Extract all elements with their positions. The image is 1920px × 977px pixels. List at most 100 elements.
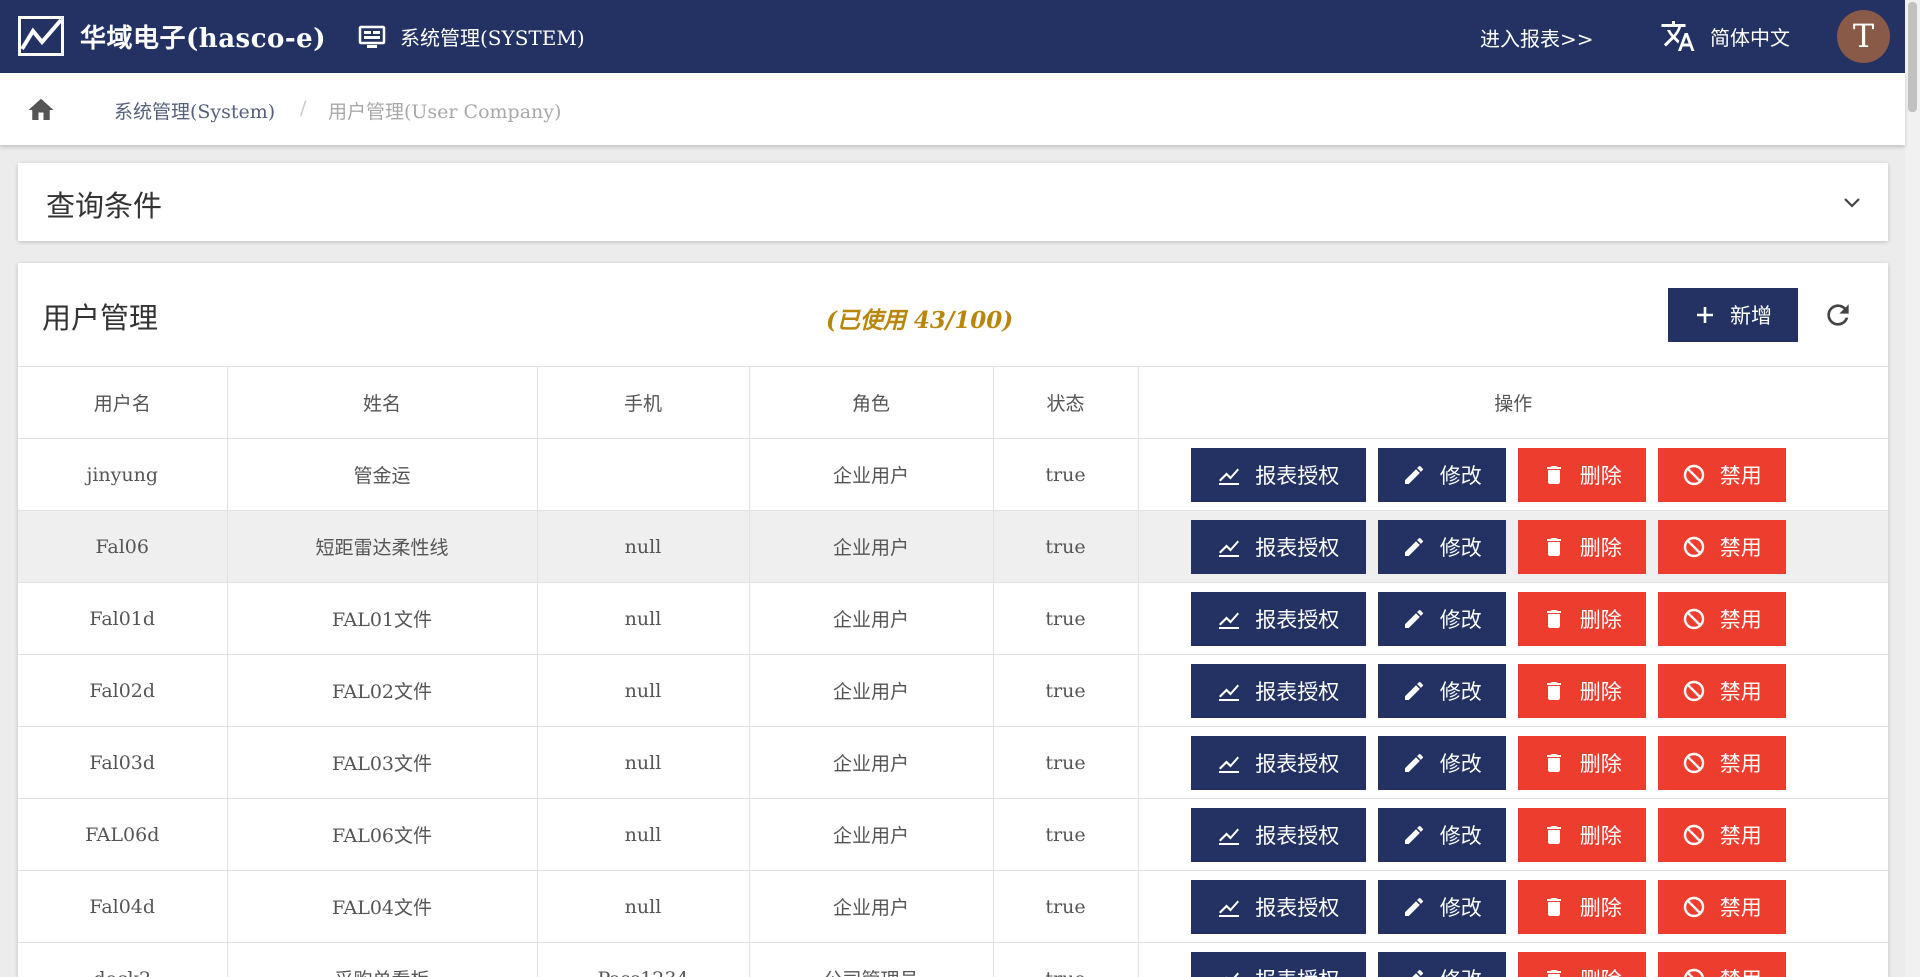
report-auth-button[interactable]: 报表授权 [1190, 735, 1366, 790]
chart-icon [1219, 756, 1240, 773]
cell-role: 企业用户 [748, 654, 994, 727]
disable-button[interactable]: 禁用 [1657, 879, 1786, 934]
report-auth-button[interactable]: 报表授权 [1190, 879, 1366, 934]
top-navbar: 华域电子(hasco-e) 系统管理(SYSTEM) 进入报表>> 简体中文 T [0, 0, 1905, 73]
column-header-username[interactable]: 用户名 [18, 366, 228, 439]
delete-button[interactable]: 删除 [1517, 591, 1646, 646]
disable-button[interactable]: 禁用 [1657, 735, 1786, 790]
report-auth-button[interactable]: 报表授权 [1190, 951, 1366, 977]
report-auth-button[interactable]: 报表授权 [1190, 591, 1366, 646]
disable-button[interactable]: 禁用 [1657, 519, 1786, 574]
disable-button[interactable]: 禁用 [1657, 591, 1786, 646]
enter-report-link[interactable]: 进入报表>> [1480, 23, 1594, 52]
report-auth-label: 报表授权 [1255, 679, 1340, 704]
page-scrollbar[interactable] [1905, 0, 1920, 977]
table-row[interactable]: FAL06d FAL06文件 null 企业用户 true 报表授权 修改 删除 禁用 [18, 798, 1888, 871]
cell-phone: null [536, 798, 750, 871]
table-row[interactable]: Fal01d FAL01文件 null 企业用户 true 报表授权 修改 删除 禁用 [18, 582, 1888, 655]
chevron-down-icon[interactable] [1840, 191, 1864, 215]
delete-button[interactable]: 删除 [1517, 735, 1646, 790]
column-header-phone[interactable]: 手机 [536, 366, 750, 439]
cell-name: 短距雷达柔性线 [226, 510, 538, 583]
table-row[interactable]: Fal04d FAL04文件 null 企业用户 true 报表授权 修改 删除 禁用 [18, 870, 1888, 943]
breadcrumb: 系统管理(System) / 用户管理(User Company) [0, 73, 1905, 145]
table-row[interactable]: Fal06 短距雷达柔性线 null 企业用户 true 报表授权 修改 删除 禁用 [18, 510, 1888, 583]
pencil-icon [1411, 969, 1423, 977]
report-auth-button[interactable]: 报表授权 [1190, 447, 1366, 502]
delete-button[interactable]: 删除 [1517, 807, 1646, 862]
delete-button[interactable]: 删除 [1517, 879, 1646, 934]
cell-actions: 报表授权 修改 删除 禁用 [1137, 942, 1888, 977]
pencil-icon [1404, 681, 1423, 700]
chart-icon [1219, 828, 1240, 845]
pencil-icon [1404, 753, 1423, 772]
report-auth-label: 报表授权 [1255, 751, 1340, 776]
cell-role: 企业用户 [748, 438, 994, 511]
report-auth-button[interactable]: 报表授权 [1190, 519, 1366, 574]
cell-name: FAL02文件 [226, 654, 538, 727]
disable-label: 禁用 [1719, 535, 1762, 560]
cell-status: true [992, 726, 1139, 799]
edit-button[interactable]: 修改 [1377, 447, 1506, 502]
breadcrumb-system[interactable]: 系统管理(System) [114, 97, 275, 124]
report-auth-label: 报表授权 [1255, 895, 1340, 920]
column-header-status[interactable]: 状态 [992, 366, 1139, 439]
user-avatar[interactable]: T [1837, 10, 1890, 63]
breadcrumb-user-management: 用户管理(User Company) [328, 101, 562, 123]
table-row[interactable]: Fal02d FAL02文件 null 企业用户 true 报表授权 修改 删除 禁用 [18, 654, 1888, 727]
table-row[interactable]: Fal03d FAL03文件 null 企业用户 true 报表授权 修改 删除 禁用 [18, 726, 1888, 799]
trash-icon [1546, 609, 1561, 628]
delete-button[interactable]: 删除 [1517, 951, 1646, 977]
system-menu[interactable]: 系统管理(SYSTEM) [358, 22, 585, 51]
delete-label: 删除 [1579, 463, 1622, 488]
table-header-row: 用户名 姓名 手机 角色 状态 操作 [18, 366, 1888, 439]
edit-button[interactable]: 修改 [1377, 663, 1506, 718]
edit-label: 修改 [1439, 535, 1482, 560]
language-selector[interactable]: 简体中文 [1660, 18, 1790, 54]
disable-button[interactable]: 禁用 [1657, 951, 1786, 977]
report-auth-button[interactable]: 报表授权 [1190, 663, 1366, 718]
query-conditions-panel[interactable]: 查询条件 [18, 163, 1888, 241]
cell-actions: 报表授权 修改 删除 禁用 [1137, 798, 1888, 871]
trash-icon [1546, 969, 1561, 977]
edit-label: 修改 [1439, 463, 1482, 488]
home-icon[interactable] [26, 95, 56, 125]
cell-status: true [992, 942, 1139, 977]
disable-button[interactable]: 禁用 [1657, 663, 1786, 718]
edit-button[interactable]: 修改 [1377, 879, 1506, 934]
cell-actions: 报表授权 修改 删除 禁用 [1137, 726, 1888, 799]
user-management-card: 用户管理 (已使用 43/100) 新增 用户名 姓名 手机 角色 状态 操作 [18, 263, 1888, 977]
disable-label: 禁用 [1719, 679, 1762, 704]
report-auth-button[interactable]: 报表授权 [1190, 807, 1366, 862]
refresh-icon[interactable] [1822, 299, 1854, 331]
edit-button[interactable]: 修改 [1377, 951, 1506, 977]
edit-label: 修改 [1439, 751, 1482, 776]
column-header-role[interactable]: 角色 [748, 366, 994, 439]
cell-username: Fal06 [18, 510, 228, 583]
edit-button[interactable]: 修改 [1377, 735, 1506, 790]
pencil-icon [1404, 609, 1423, 628]
trash-icon [1546, 753, 1561, 772]
cell-role: 企业用户 [748, 870, 994, 943]
add-user-button[interactable]: 新增 [1668, 288, 1798, 342]
disable-button[interactable]: 禁用 [1657, 807, 1786, 862]
delete-button[interactable]: 删除 [1517, 447, 1646, 502]
delete-label: 删除 [1579, 751, 1622, 776]
delete-label: 删除 [1579, 895, 1622, 920]
delete-button[interactable]: 删除 [1517, 663, 1646, 718]
table-row[interactable]: jinyung 管金运 企业用户 true 报表授权 修改 删除 禁用 [18, 438, 1888, 511]
delete-button[interactable]: 删除 [1517, 519, 1646, 574]
ban-icon [1683, 968, 1704, 977]
column-header-name[interactable]: 姓名 [226, 366, 538, 439]
cell-name: FAL04文件 [226, 870, 538, 943]
cell-status: true [992, 654, 1139, 727]
edit-button[interactable]: 修改 [1377, 519, 1506, 574]
edit-button[interactable]: 修改 [1377, 591, 1506, 646]
scrollbar-thumb[interactable] [1908, 2, 1917, 112]
disable-button[interactable]: 禁用 [1657, 447, 1786, 502]
edit-button[interactable]: 修改 [1377, 807, 1506, 862]
breadcrumb-separator: / [300, 97, 307, 119]
table-row[interactable]: deck2采购单看板Pass1234公司管理员true 报表授权 修改 删除 禁用 [18, 942, 1888, 977]
delete-label: 删除 [1580, 964, 1622, 977]
edit-label: 修改 [1439, 607, 1482, 632]
